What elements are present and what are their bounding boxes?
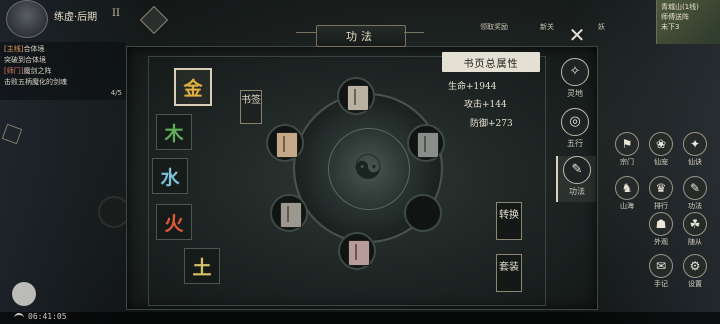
- player-avatar[interactable]: [6, 0, 48, 38]
- technique-slot-upper-right[interactable]: [407, 124, 445, 162]
- book-icon: [417, 132, 439, 158]
- minimap-status: 未下3: [661, 23, 680, 31]
- wifi-icon: [14, 313, 24, 323]
- quest-line: 突破到合体境: [4, 56, 46, 64]
- menu-follower[interactable]: ☘ 随从: [678, 212, 712, 247]
- tab-five-elements[interactable]: ◎ 五行: [556, 108, 594, 154]
- five-elements-icon: ◎: [561, 108, 589, 136]
- appearance-icon: ☗: [649, 212, 673, 236]
- element-tab-wood[interactable]: 木: [156, 114, 192, 150]
- quest-line: [主线]合体境: [4, 45, 45, 53]
- quest-count: 4/5: [110, 89, 122, 97]
- technique-slot-bottom[interactable]: [338, 232, 376, 270]
- beast-icon: ♞: [615, 176, 639, 200]
- minimap-location: 青城山(1线): [661, 3, 699, 11]
- menu-beast[interactable]: ♞ 山海: [610, 176, 644, 211]
- menu-appearance[interactable]: ☗ 外观: [644, 212, 678, 247]
- menu-label: 手记: [654, 280, 668, 288]
- menu-label: 排行: [654, 202, 668, 210]
- player-level: II: [112, 8, 120, 19]
- attribute-defense: 防御+273: [470, 119, 513, 129]
- technique-icon: ✎: [563, 156, 591, 184]
- settings-icon: ⚙: [683, 254, 707, 278]
- close-icon[interactable]: ✕: [566, 24, 588, 46]
- element-tab-water[interactable]: 水: [152, 158, 188, 194]
- notes-icon: ✉: [649, 254, 673, 278]
- status-bar: [0, 312, 720, 324]
- element-label: 木: [164, 122, 184, 145]
- set-label: 套装: [499, 262, 519, 273]
- menu-settings[interactable]: ⚙ 设置: [678, 254, 712, 289]
- attribute-attack: 攻击+144: [464, 100, 507, 110]
- technique-slot-lower-left[interactable]: [270, 194, 308, 232]
- player-realm-name: 练虚·后期: [54, 12, 98, 23]
- attribute-hp: 生命+1944: [448, 82, 497, 92]
- clock: 06:41:05: [28, 312, 67, 321]
- top-strip-item[interactable]: 领取奖励: [480, 22, 508, 32]
- bookmark-label: 书签: [241, 95, 261, 106]
- element-label: 金: [183, 77, 203, 100]
- menu-label: 仙诀: [688, 158, 702, 166]
- secret-icon: ✦: [683, 132, 707, 156]
- menu-technique[interactable]: ✎ 功法: [678, 176, 712, 211]
- quest-line: 击败五柄魔化的剑魂: [4, 78, 67, 86]
- title-ornament: [296, 32, 316, 41]
- book-icon: [348, 240, 370, 266]
- set-button[interactable]: 套装: [496, 254, 522, 292]
- technique-slot-right[interactable]: [404, 194, 442, 232]
- menu-label: 设置: [688, 280, 702, 288]
- tab-label: 功法: [569, 187, 585, 196]
- element-tab-metal[interactable]: 金: [174, 68, 212, 106]
- tab-label: 灵地: [567, 89, 583, 98]
- panel-title: 功法: [316, 25, 406, 47]
- menu-label: 功法: [688, 202, 702, 210]
- quest-tracker[interactable]: [主线]合体境 突破到合体境 [师门]魔剑之阵 击败五柄魔化的剑魂 4/5: [0, 42, 126, 100]
- element-label: 火: [164, 212, 184, 235]
- bookmark-button[interactable]: 书签: [240, 90, 262, 124]
- top-strip-item[interactable]: 妖: [598, 22, 605, 32]
- menu-label: 仙宠: [654, 158, 668, 166]
- sect-icon: ⚑: [615, 132, 639, 156]
- menu-label: 山海: [620, 202, 634, 210]
- attributes-header: 书页总属性: [442, 52, 540, 72]
- top-strip-item[interactable]: 新关: [540, 22, 554, 32]
- book-icon: [276, 132, 298, 158]
- dragon-emblem-icon: ☯: [352, 148, 384, 188]
- immortal-icon: ❀: [649, 132, 673, 156]
- menu-notes[interactable]: ✉ 手记: [644, 254, 678, 289]
- follower-icon: ☘: [683, 212, 707, 236]
- menu-sect[interactable]: ⚑ 宗门: [610, 132, 644, 167]
- element-label: 水: [160, 166, 180, 189]
- element-label: 土: [192, 256, 212, 279]
- element-tab-earth[interactable]: 土: [184, 248, 220, 284]
- technique-slot-top[interactable]: [337, 77, 375, 115]
- tab-label: 五行: [567, 139, 583, 148]
- menu-secret[interactable]: ✦ 仙诀: [678, 132, 712, 167]
- book-icon: [280, 202, 302, 228]
- quest-line: [师门]魔剑之阵: [4, 67, 52, 75]
- technique-menu-icon: ✎: [683, 176, 707, 200]
- menu-ranking[interactable]: ♛ 排行: [644, 176, 678, 211]
- minimap[interactable]: 青城山(1线) 师傅送阵 未下3: [656, 0, 720, 44]
- tab-technique[interactable]: ✎ 功法: [556, 156, 596, 202]
- menu-label: 随从: [688, 238, 702, 246]
- element-tab-fire[interactable]: 火: [156, 204, 192, 240]
- ranking-icon: ♛: [649, 176, 673, 200]
- chat-bubble-icon[interactable]: [12, 282, 36, 306]
- book-icon: [347, 85, 369, 111]
- switch-button[interactable]: 转换: [496, 202, 522, 240]
- menu-immortal[interactable]: ❀ 仙宠: [644, 132, 678, 167]
- title-ornament: [404, 32, 424, 41]
- technique-slot-left[interactable]: [266, 124, 304, 162]
- menu-label: 宗门: [620, 158, 634, 166]
- switch-label: 转换: [499, 210, 519, 221]
- spirit-root-icon: ✧: [561, 58, 589, 86]
- menu-label: 外观: [654, 238, 668, 246]
- minimap-subtitle: 师傅送阵: [661, 13, 689, 21]
- tab-spirit-root[interactable]: ✧ 灵地: [556, 58, 594, 104]
